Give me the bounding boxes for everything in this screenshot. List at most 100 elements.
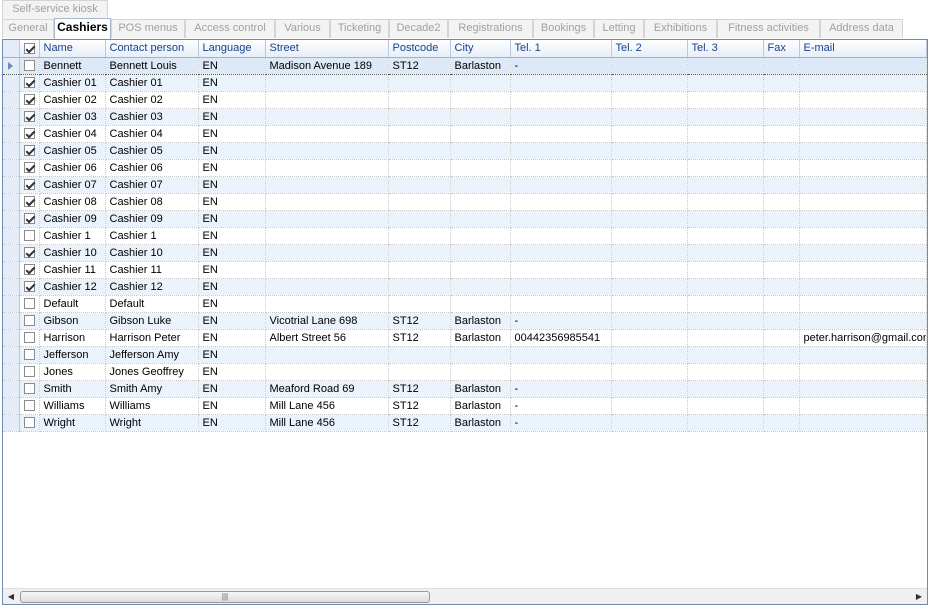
cell-tel-2[interactable]	[611, 125, 688, 143]
table-row[interactable]: Cashier 09 Cashier 09 EN	[3, 210, 927, 228]
cell-tel-2[interactable]	[611, 312, 688, 330]
table-row[interactable]: Cashier 11 Cashier 11 EN	[3, 261, 927, 279]
row-checkbox-cell[interactable]	[19, 210, 40, 228]
cell-postcode[interactable]	[388, 91, 451, 109]
cell-tel-1[interactable]	[510, 142, 612, 160]
cell-tel-1[interactable]	[510, 244, 612, 262]
row-indicator[interactable]	[3, 312, 20, 330]
cell-street[interactable]	[265, 295, 389, 313]
row-indicator[interactable]	[3, 414, 20, 432]
row-checkbox-cell[interactable]	[19, 261, 40, 279]
cell-email[interactable]	[799, 176, 927, 194]
cell-city[interactable]	[450, 91, 511, 109]
row-checkbox-cell[interactable]	[19, 380, 40, 398]
row-checkbox-cell[interactable]	[19, 108, 40, 126]
cell-language[interactable]: EN	[198, 176, 266, 194]
cell-postcode[interactable]	[388, 176, 451, 194]
row-checkbox[interactable]	[23, 366, 35, 378]
row-checkbox[interactable]	[23, 111, 35, 123]
cell-fax[interactable]	[763, 261, 800, 279]
cell-language[interactable]: EN	[198, 108, 266, 126]
cell-tel-2[interactable]	[611, 295, 688, 313]
cell-postcode[interactable]	[388, 363, 451, 381]
cell-contact-person[interactable]: Cashier 05	[105, 142, 199, 160]
cell-fax[interactable]	[763, 346, 800, 364]
cell-street[interactable]	[265, 244, 389, 262]
column-header-email[interactable]: E-mail	[799, 40, 927, 58]
row-checkbox[interactable]	[23, 162, 35, 174]
cell-postcode[interactable]: ST12	[388, 56, 451, 75]
row-indicator[interactable]	[3, 159, 20, 177]
cell-tel-1[interactable]: -	[510, 380, 612, 398]
row-checkbox-cell[interactable]	[19, 278, 40, 296]
cell-tel-3[interactable]	[687, 176, 764, 194]
cell-contact-person[interactable]: Cashier 10	[105, 244, 199, 262]
tab-decade2[interactable]: Decade2	[389, 19, 448, 38]
row-indicator[interactable]	[3, 380, 20, 398]
cell-tel-1[interactable]	[510, 193, 612, 211]
cell-email[interactable]	[799, 210, 927, 228]
row-checkbox[interactable]	[23, 145, 35, 157]
cell-tel-1[interactable]	[510, 261, 612, 279]
cell-postcode[interactable]	[388, 261, 451, 279]
cell-contact-person[interactable]: Cashier 01	[105, 74, 199, 92]
cell-name[interactable]: Harrison	[39, 329, 106, 347]
cell-tel-1[interactable]	[510, 159, 612, 177]
cell-language[interactable]: EN	[198, 142, 266, 160]
row-checkbox-cell[interactable]	[19, 56, 40, 75]
column-header-name[interactable]: Name	[39, 40, 106, 58]
cell-postcode[interactable]: ST12	[388, 397, 451, 415]
row-checkbox[interactable]	[23, 94, 35, 106]
cell-contact-person[interactable]: Smith Amy	[105, 380, 199, 398]
row-checkbox[interactable]	[23, 230, 35, 242]
column-header-city[interactable]: City	[450, 40, 511, 58]
cell-tel-2[interactable]	[611, 278, 688, 296]
cell-postcode[interactable]	[388, 346, 451, 364]
select-all-checkbox-cell[interactable]	[19, 40, 40, 58]
cell-tel-3[interactable]	[687, 159, 764, 177]
cell-email[interactable]	[799, 295, 927, 313]
row-indicator[interactable]	[3, 74, 20, 92]
cell-tel-2[interactable]	[611, 108, 688, 126]
table-row[interactable]: Default Default EN	[3, 295, 927, 313]
scrollbar-thumb[interactable]: |||	[20, 591, 430, 603]
cell-street[interactable]: Albert Street 56	[265, 329, 389, 347]
cell-name[interactable]: Cashier 01	[39, 74, 106, 92]
row-indicator[interactable]	[3, 176, 20, 194]
row-checkbox-cell[interactable]	[19, 295, 40, 313]
cell-postcode[interactable]	[388, 159, 451, 177]
cell-email[interactable]	[799, 227, 927, 245]
row-checkbox[interactable]	[23, 77, 35, 89]
row-checkbox-cell[interactable]	[19, 312, 40, 330]
cell-name[interactable]: Cashier 12	[39, 278, 106, 296]
row-checkbox[interactable]	[23, 298, 35, 310]
cell-contact-person[interactable]: Harrison Peter	[105, 329, 199, 347]
cell-city[interactable]	[450, 74, 511, 92]
cell-language[interactable]: EN	[198, 74, 266, 92]
tab-general[interactable]: General	[2, 19, 54, 38]
cell-name[interactable]: Cashier 05	[39, 142, 106, 160]
cell-language[interactable]: EN	[198, 278, 266, 296]
table-row[interactable]: Jefferson Jefferson Amy EN	[3, 346, 927, 364]
table-row[interactable]: Cashier 08 Cashier 08 EN	[3, 193, 927, 211]
cell-city[interactable]	[450, 227, 511, 245]
cell-name[interactable]: Jefferson	[39, 346, 106, 364]
cell-email[interactable]	[799, 278, 927, 296]
cell-language[interactable]: EN	[198, 363, 266, 381]
cell-tel-3[interactable]	[687, 397, 764, 415]
cell-language[interactable]: EN	[198, 125, 266, 143]
cell-street[interactable]	[265, 176, 389, 194]
table-row[interactable]: Gibson Gibson Luke EN Vicotrial Lane 698 ST1…	[3, 312, 927, 330]
cell-city[interactable]: Barlaston	[450, 56, 511, 75]
cell-street[interactable]	[265, 142, 389, 160]
cell-tel-1[interactable]	[510, 108, 612, 126]
table-row[interactable]: Cashier 10 Cashier 10 EN	[3, 244, 927, 262]
tab-registrations[interactable]: Registrations	[448, 19, 533, 38]
cell-contact-person[interactable]: Williams	[105, 397, 199, 415]
cell-tel-3[interactable]	[687, 74, 764, 92]
tab-fitness-activities[interactable]: Fitness activities	[717, 19, 820, 38]
row-checkbox-cell[interactable]	[19, 159, 40, 177]
cell-name[interactable]: Default	[39, 295, 106, 313]
cell-fax[interactable]	[763, 56, 800, 75]
row-indicator[interactable]	[3, 397, 20, 415]
